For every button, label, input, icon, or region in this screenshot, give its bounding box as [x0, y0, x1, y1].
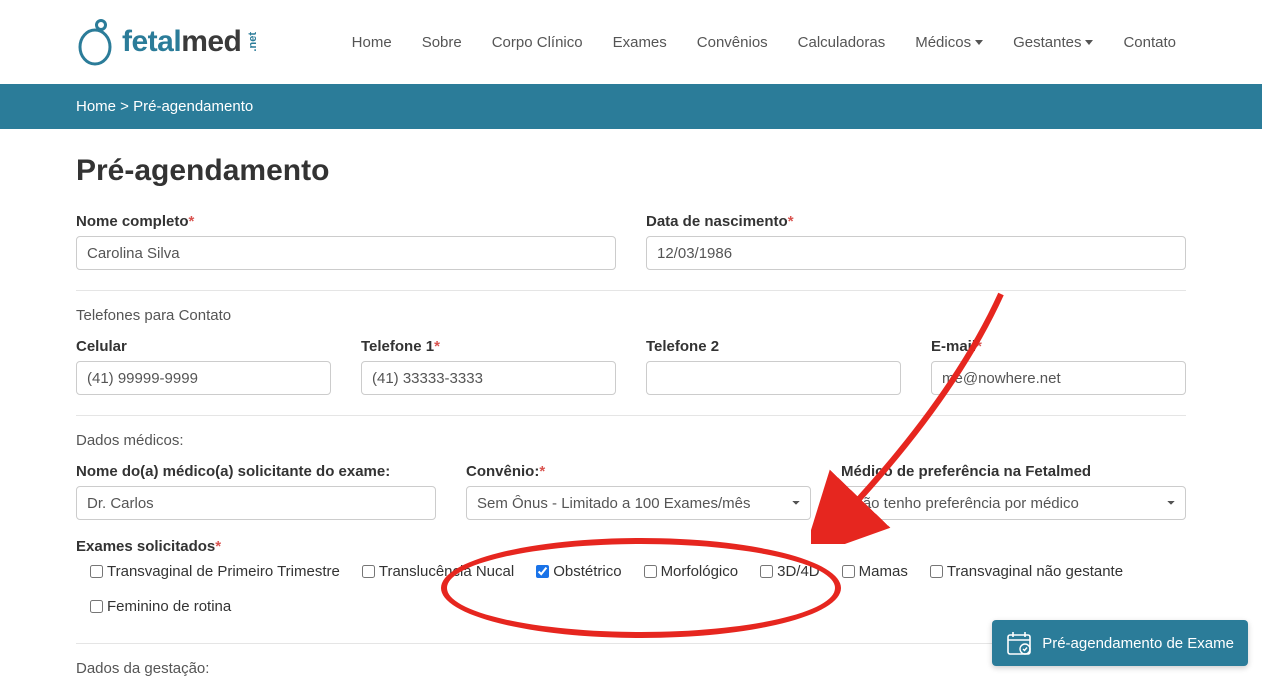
brand-logo[interactable]: fetalmed .net [76, 18, 259, 66]
nav-corpo-clinico[interactable]: Corpo Clínico [482, 24, 593, 61]
breadcrumb-home[interactable]: Home [76, 98, 116, 115]
floating-cta-preagendamento[interactable]: Pré-agendamento de Exame [992, 620, 1248, 666]
header: fetalmed .net Home Sobre Corpo Clínico E… [76, 0, 1186, 84]
label-convenio: Convênio:* [466, 463, 811, 480]
nav-calculadoras[interactable]: Calculadoras [788, 24, 896, 61]
nav-exames[interactable]: Exames [603, 24, 677, 61]
nascimento-input[interactable] [646, 236, 1186, 270]
nav-home[interactable]: Home [342, 24, 402, 61]
check-mamas[interactable]: Mamas [842, 563, 908, 580]
main-nav: Home Sobre Corpo Clínico Exames Convênio… [342, 24, 1186, 61]
telefone1-input[interactable] [361, 361, 616, 395]
logo-text: fetalmed [122, 25, 241, 59]
label-celular: Celular [76, 338, 331, 355]
chevron-down-icon [1085, 40, 1093, 45]
logo-suffix: .net [247, 32, 259, 52]
nav-convenios[interactable]: Convênios [687, 24, 778, 61]
nome-input[interactable] [76, 236, 616, 270]
check-transvaginal-ng[interactable]: Transvaginal não gestante [930, 563, 1123, 580]
chevron-down-icon [975, 40, 983, 45]
label-nome: Nome completo* [76, 213, 616, 230]
breadcrumb-current: Pré-agendamento [133, 98, 253, 115]
nav-contato[interactable]: Contato [1113, 24, 1186, 61]
medico-solicitante-input[interactable] [76, 486, 436, 520]
celular-input[interactable] [76, 361, 331, 395]
floating-cta-label: Pré-agendamento de Exame [1042, 635, 1234, 652]
calendar-check-icon [1006, 630, 1032, 656]
label-telefone1: Telefone 1* [361, 338, 616, 355]
breadcrumb-sep: > [116, 98, 133, 115]
nav-medicos[interactable]: Médicos [905, 24, 993, 61]
annotation-arrow [811, 284, 1021, 544]
breadcrumb-bar: Home > Pré-agendamento [0, 84, 1262, 129]
label-nascimento: Data de nascimento* [646, 213, 1186, 230]
convenio-select[interactable]: Sem Ônus - Limitado a 100 Exames/mês [466, 486, 811, 520]
label-exames-solicitados: Exames solicitados* [76, 538, 221, 555]
logo-icon [76, 18, 114, 66]
annotation-ellipse [441, 538, 841, 638]
label-medico-solicitante: Nome do(a) médico(a) solicitante do exam… [76, 463, 436, 480]
nav-gestantes[interactable]: Gestantes [1003, 24, 1103, 61]
page-title: Pré-agendamento [76, 154, 1186, 188]
check-transvaginal-primeiro[interactable]: Transvaginal de Primeiro Trimestre [90, 563, 340, 580]
nav-sobre[interactable]: Sobre [412, 24, 472, 61]
